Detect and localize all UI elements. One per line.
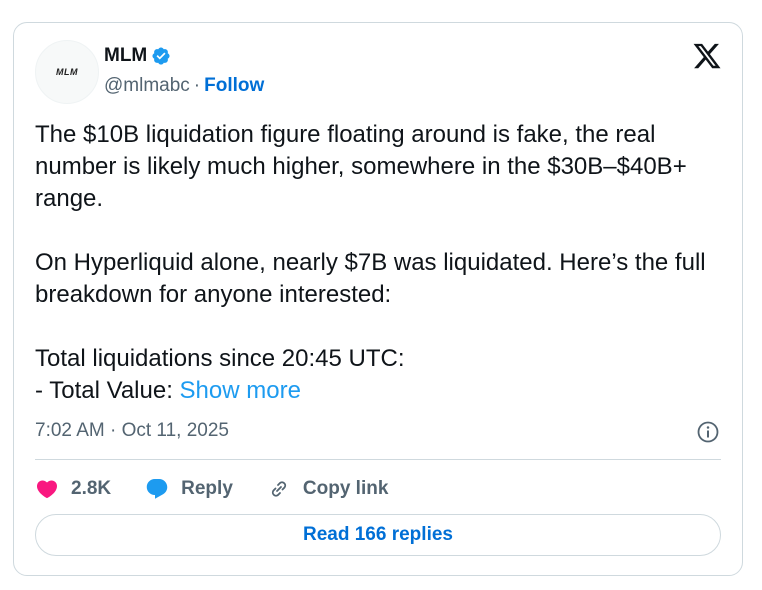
- action-bar: 2.8K Reply Copy link: [35, 471, 422, 507]
- divider: [35, 459, 721, 460]
- read-replies-button[interactable]: Read 166 replies: [35, 514, 721, 556]
- copy-link-button[interactable]: Copy link: [267, 477, 389, 501]
- tweet-paragraph-1: The $10B liquidation figure floating aro…: [35, 121, 694, 212]
- like-count: 2.8K: [71, 478, 112, 499]
- like-button[interactable]: 2.8K: [35, 477, 111, 501]
- handle-row: @mlmabc · Follow: [104, 75, 264, 97]
- follow-button[interactable]: Follow: [204, 75, 264, 97]
- avatar-logo-text: MLM: [56, 67, 78, 77]
- tweet-card: MLM MLM @mlmabc · Follow The $10B liquid…: [13, 22, 743, 576]
- reply-label: Reply: [181, 478, 233, 499]
- x-logo-icon[interactable]: [692, 41, 722, 71]
- copy-link-label: Copy link: [302, 478, 389, 499]
- heart-icon: [36, 480, 58, 499]
- show-more-link[interactable]: Show more: [180, 377, 301, 404]
- verified-badge-icon: [152, 47, 170, 65]
- avatar[interactable]: MLM: [35, 40, 99, 104]
- author-name-row: MLM: [104, 45, 171, 67]
- handle-separator: ·: [193, 75, 201, 96]
- tweet-text: The $10B liquidation figure floating aro…: [35, 119, 735, 407]
- author-handle[interactable]: @mlmabc: [104, 75, 190, 97]
- info-icon[interactable]: [696, 420, 720, 444]
- timestamp[interactable]: 7:02 AM · Oct 11, 2025: [35, 420, 229, 442]
- link-icon: [271, 481, 286, 497]
- author-name[interactable]: MLM: [104, 45, 147, 67]
- reply-button[interactable]: Reply: [145, 477, 233, 501]
- tweet-paragraph-3-line-1: Total liquidations since 20:45 UTC:: [35, 345, 405, 372]
- speech-bubble-icon: [146, 479, 168, 499]
- tweet-paragraph-2: On Hyperliquid alone, nearly $7B was liq…: [35, 249, 713, 308]
- tweet-paragraph-3-line-2: - Total Value:: [35, 377, 180, 404]
